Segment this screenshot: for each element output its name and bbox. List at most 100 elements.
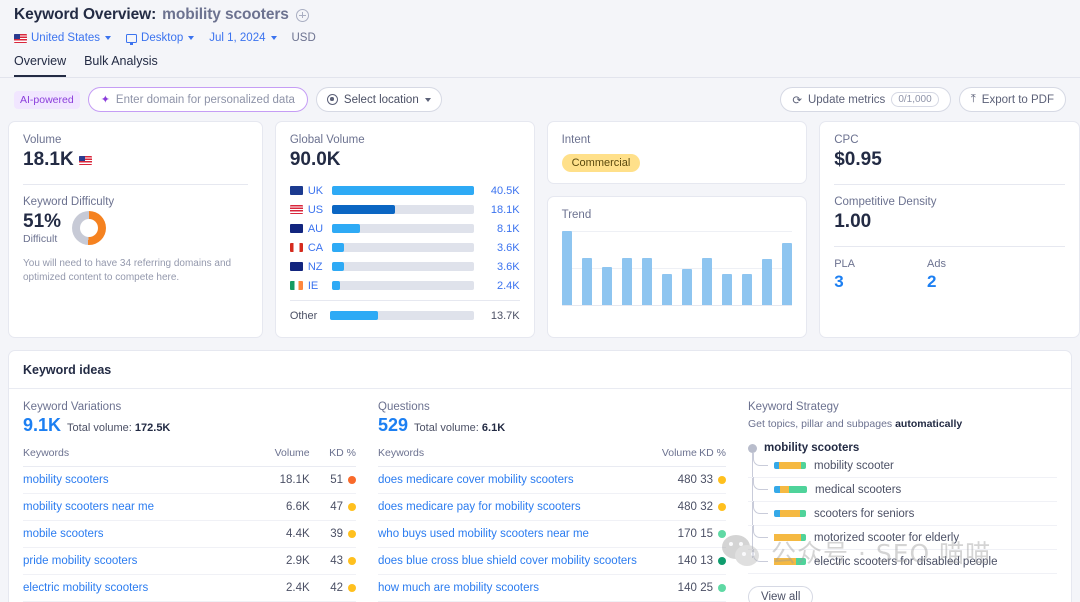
country-code: Other [290, 310, 330, 322]
table-row[interactable]: pride mobility scooters2.9K43 [23, 548, 356, 575]
strategy-tree-row[interactable]: electric scooters for disabled people [748, 550, 1057, 574]
total-prefix: Total volume: [67, 422, 132, 434]
pla-value[interactable]: 3 [834, 272, 855, 292]
country-volume: 13.7K [482, 310, 520, 322]
cpc-label: CPC [834, 134, 1065, 146]
keyword-strategy-tree: mobility scooters mobility scootermedica… [748, 442, 1057, 574]
keyword-link[interactable]: mobility scooters near me [23, 501, 154, 513]
keyword-overview-page: Keyword Overview: mobility scooters Unit… [0, 0, 1080, 602]
table-row[interactable]: mobile scooters4.4K39 [23, 521, 356, 548]
column-header[interactable]: KD % [697, 447, 726, 467]
kd-cell: 25 [697, 575, 726, 602]
ie-flag-icon [290, 281, 303, 290]
country-bar-fill [332, 205, 395, 214]
update-metrics-button[interactable]: ⟳ Update metrics 0/1,000 [780, 87, 950, 112]
country-row[interactable]: AU8.1K [290, 219, 520, 238]
column-header[interactable]: Keywords [378, 447, 659, 467]
keyword-cell: who buys used mobility scooters near me [378, 521, 659, 548]
trend-bar [742, 274, 752, 305]
keyword-variations-count[interactable]: 9.1K [23, 415, 61, 436]
strategy-minibar [774, 510, 806, 517]
tree-rows: mobility scootermedical scootersscooters… [748, 454, 1057, 574]
domain-input[interactable]: ✦ Enter domain for personalized data [88, 87, 308, 112]
keyword-link[interactable]: does medicare pay for mobility scooters [378, 501, 581, 513]
kd-dot-icon [348, 476, 356, 484]
column-header[interactable]: Volume [249, 447, 309, 467]
table-row[interactable]: does blue cross blue shield cover mobili… [378, 548, 726, 575]
strategy-tree-row[interactable]: medical scooters [748, 478, 1057, 502]
kd-dot-icon [718, 530, 726, 538]
kd-cell: 15 [697, 521, 726, 548]
keyword-link[interactable]: mobile scooters [23, 528, 104, 540]
ads-label: Ads [927, 258, 946, 270]
column-header[interactable]: Volume [659, 447, 697, 467]
country-code: NZ [308, 261, 332, 273]
country-code: IE [308, 280, 332, 292]
ads-value[interactable]: 2 [927, 272, 946, 292]
strategy-tree-row[interactable]: mobility scooter [748, 454, 1057, 478]
tab-overview[interactable]: Overview [14, 54, 66, 77]
trend-bar [662, 274, 672, 305]
keyword-link[interactable]: who buys used mobility scooters near me [378, 528, 589, 540]
add-to-list-icon[interactable] [296, 9, 309, 22]
device-label: Desktop [141, 32, 183, 44]
toolbar-right-group: ⟳ Update metrics 0/1,000 ⤒ Export to PDF [780, 87, 1066, 112]
country-row[interactable]: IE 2.4K [290, 276, 520, 295]
export-pdf-label: Export to PDF [982, 94, 1054, 106]
keyword-link[interactable]: mobility scooters [23, 474, 109, 486]
tab-bulk-analysis[interactable]: Bulk Analysis [84, 54, 158, 77]
table-row[interactable]: does medicare cover mobility scooters 480… [378, 467, 726, 494]
table-row[interactable]: mobility scooters18.1K51 [23, 467, 356, 494]
tree-branch-line [753, 501, 768, 514]
country-volume: 3.6K [482, 242, 520, 254]
keyword-cell: does medicare cover mobility scooters [378, 467, 659, 494]
location-select[interactable]: Select location [316, 87, 442, 112]
view-all-strategy-button[interactable]: View all [748, 586, 813, 602]
pla-ads-row: PLA 3 Ads 2 [834, 258, 1065, 292]
competitive-density-label: Competitive Density [834, 196, 1065, 208]
device-selector[interactable]: Desktop [126, 32, 194, 44]
country-row[interactable]: UK40.5K [290, 181, 520, 200]
date-selector[interactable]: Jul 1, 2024 [209, 32, 276, 44]
column-header[interactable]: KD % [310, 447, 356, 467]
keyword-link[interactable]: pride mobility scooters [23, 555, 137, 567]
strategy-tree-row[interactable]: motorized scooter for elderly [748, 526, 1057, 550]
keyword-ideas-columns: Keyword Variations 9.1K Total volume: 17… [9, 389, 1071, 602]
column-header[interactable]: Keywords [23, 447, 249, 467]
database-selector[interactable]: United States [14, 32, 111, 44]
kd-dot-icon [348, 584, 356, 592]
header-meta-row: United States Desktop Jul 1, 2024 USD [14, 32, 1066, 44]
keyword-link[interactable]: does medicare cover mobility scooters [378, 474, 574, 486]
intent-card: Intent Commercial [547, 121, 808, 184]
note-text: Get topics, pillar and subpages [748, 418, 895, 430]
table-row[interactable]: mobility scooters near me6.6K47 [23, 494, 356, 521]
note-bold: automatically [895, 418, 962, 430]
questions-count[interactable]: 529 [378, 415, 408, 436]
keyword-link[interactable]: does blue cross blue shield cover mobili… [378, 555, 637, 567]
questions-label: Questions [378, 401, 726, 413]
strategy-tree-row[interactable]: scooters for seniors [748, 502, 1057, 526]
kd-cell: 47 [310, 494, 356, 521]
trend-bar-chart [562, 231, 793, 306]
country-volume: 8.1K [482, 223, 520, 235]
country-volume: 2.4K [482, 280, 520, 292]
cpc-card: CPC $0.95 Competitive Density 1.00 PLA 3… [819, 121, 1080, 338]
country-row[interactable]: NZ3.6K [290, 257, 520, 276]
country-bar-fill [332, 262, 345, 271]
export-pdf-button[interactable]: ⤒ Export to PDF [959, 87, 1066, 112]
country-row[interactable]: CA3.6K [290, 238, 520, 257]
trend-bar [642, 258, 652, 305]
keyword-link[interactable]: how much are mobility scooters [378, 582, 539, 594]
strategy-minibar [774, 486, 807, 493]
volume-cell: 480 [659, 467, 697, 494]
country-volume: 40.5K [482, 185, 520, 197]
update-metrics-label: Update metrics [808, 94, 885, 106]
keyword-link[interactable]: electric mobility scooters [23, 582, 148, 594]
table-row[interactable]: electric mobility scooters2.4K42 [23, 575, 356, 602]
kd-dot-icon [348, 503, 356, 511]
table-row[interactable]: how much are mobility scooters14025 [378, 575, 726, 602]
table-row[interactable]: who buys used mobility scooters near me 1… [378, 521, 726, 548]
volume-label: Volume [23, 134, 248, 146]
country-row[interactable]: US18.1K [290, 200, 520, 219]
table-row[interactable]: does medicare pay for mobility scooters4… [378, 494, 726, 521]
